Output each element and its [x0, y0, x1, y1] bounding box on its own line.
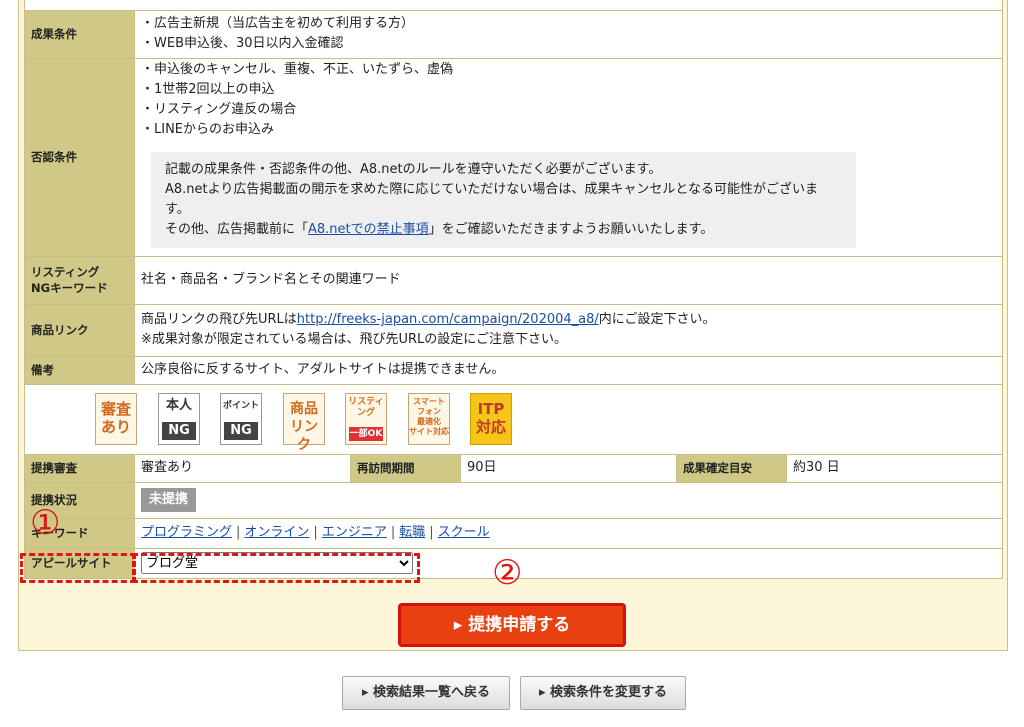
keyword-list: プログラミング | オンライン | エンジニア | 転職 | スクール	[134, 517, 1003, 549]
status-badge: 未提携	[141, 488, 197, 512]
cut-row	[24, 0, 1003, 11]
remarks-value: 公序良俗に反するサイト、アダルトサイトは提携できません。	[134, 355, 1003, 385]
prohibited-items-link[interactable]: A8.netでの禁止事項	[308, 222, 429, 237]
keyword-link-engineer[interactable]: エンジニア	[322, 525, 387, 540]
product-link-value: 商品リンクの飛び先URLはhttp://freeks-japan.com/cam…	[134, 303, 1003, 357]
product-url-link[interactable]: http://freeks-japan.com/campaign/202004_…	[297, 312, 599, 327]
note-line: A8.netより広告掲載面の開示を求めた際に応じていただけない場合は、成果キャン…	[165, 182, 818, 217]
rules-note: 記載の成果条件・否認条件の他、A8.netのルールを遵守いただく必要がございます…	[151, 152, 856, 248]
listing-partial-ok-badge-icon: リスティ ング 一部OK	[345, 392, 387, 445]
revisit-label: 再訪問期間	[350, 453, 461, 483]
smartphone-badge-icon: スマート フォン 最適化 サイト対応	[408, 392, 450, 445]
annotation-number-1: ①	[30, 503, 61, 543]
program-info-table: 成果条件 ・広告主新規（当広告主を初めて利用する方） ・WEB申込後、30日以内…	[24, 0, 1003, 579]
change-search-conditions-button[interactable]: ▸ 検索条件を変更する	[520, 676, 686, 710]
note-line: 記載の成果条件・否認条件の他、A8.netのルールを遵守いただく必要がございます…	[165, 162, 662, 177]
success-condition-value: ・広告主新規（当広告主を初めて利用する方） ・WEB申込後、30日以内入金確認	[134, 9, 1003, 59]
success-line: ・WEB申込後、30日以内入金確認	[141, 36, 344, 51]
product-link-note: ※成果対象が限定されている場合は、飛び先URLの設定にご注意下さい。	[141, 332, 568, 347]
reject-line: ・申込後のキャンセル、重複、不正、いたずら、虚偽	[141, 62, 454, 77]
keyword-link-programming[interactable]: プログラミング	[141, 525, 232, 540]
annotation-box-label	[20, 553, 136, 583]
listing-ng-value: 社名・商品名・ブランド名とその関連ワード	[134, 255, 1003, 305]
listing-ng-label: リスティング NGキーワード	[24, 255, 135, 305]
reject-line: ・1世帯2回以上の申込	[141, 82, 275, 97]
review-label: 提携審査	[24, 453, 135, 483]
revisit-value: 90日	[460, 453, 677, 483]
success-line: ・広告主新規（当広告主を初めて利用する方）	[141, 16, 415, 31]
reject-condition-label: 否認条件	[24, 57, 135, 257]
annotation-number-2: ②	[492, 553, 523, 593]
keyword-link-online[interactable]: オンライン	[244, 525, 309, 540]
reject-line: ・LINEからのお申込み	[141, 122, 275, 137]
reject-line: ・リスティング違反の場合	[141, 102, 297, 117]
back-to-results-button[interactable]: ▸ 検索結果一覧へ戻る	[342, 676, 510, 710]
confirm-value: 約30 日	[786, 453, 1003, 483]
points-ng-badge-icon: ポイント NG	[220, 392, 262, 445]
keyword-link-jobchange[interactable]: 転職	[399, 525, 425, 540]
product-link-badge-icon: 商品 リンク	[283, 392, 325, 453]
product-link-label: 商品リンク	[24, 303, 135, 357]
badge-row: 審査 あり 本人 NG ポイント NG 商品 リンク リスティ ング 一部OK スマートフ…	[24, 383, 1003, 455]
apply-partnership-button[interactable]: ▸ 提携申請する	[398, 603, 626, 647]
annotation-box-select	[132, 553, 420, 583]
review-badge-icon: 審査 あり	[95, 392, 137, 445]
itp-badge-icon: ITP 対応	[470, 392, 512, 445]
confirm-label: 成果確定目安	[676, 453, 787, 483]
keyword-link-school[interactable]: スクール	[438, 525, 490, 540]
review-value: 審査あり	[134, 453, 351, 483]
success-condition-label: 成果条件	[24, 9, 135, 59]
remarks-label: 備考	[24, 355, 135, 385]
note-line: その他、広告掲載前に「A8.netでの禁止事項」をご確認いただきますようお願いい…	[165, 222, 714, 237]
reject-condition-value: ・申込後のキャンセル、重複、不正、いたずら、虚偽 ・1世帯2回以上の申込 ・リス…	[134, 57, 1003, 257]
identity-ng-badge-icon: 本人 NG	[158, 392, 200, 445]
